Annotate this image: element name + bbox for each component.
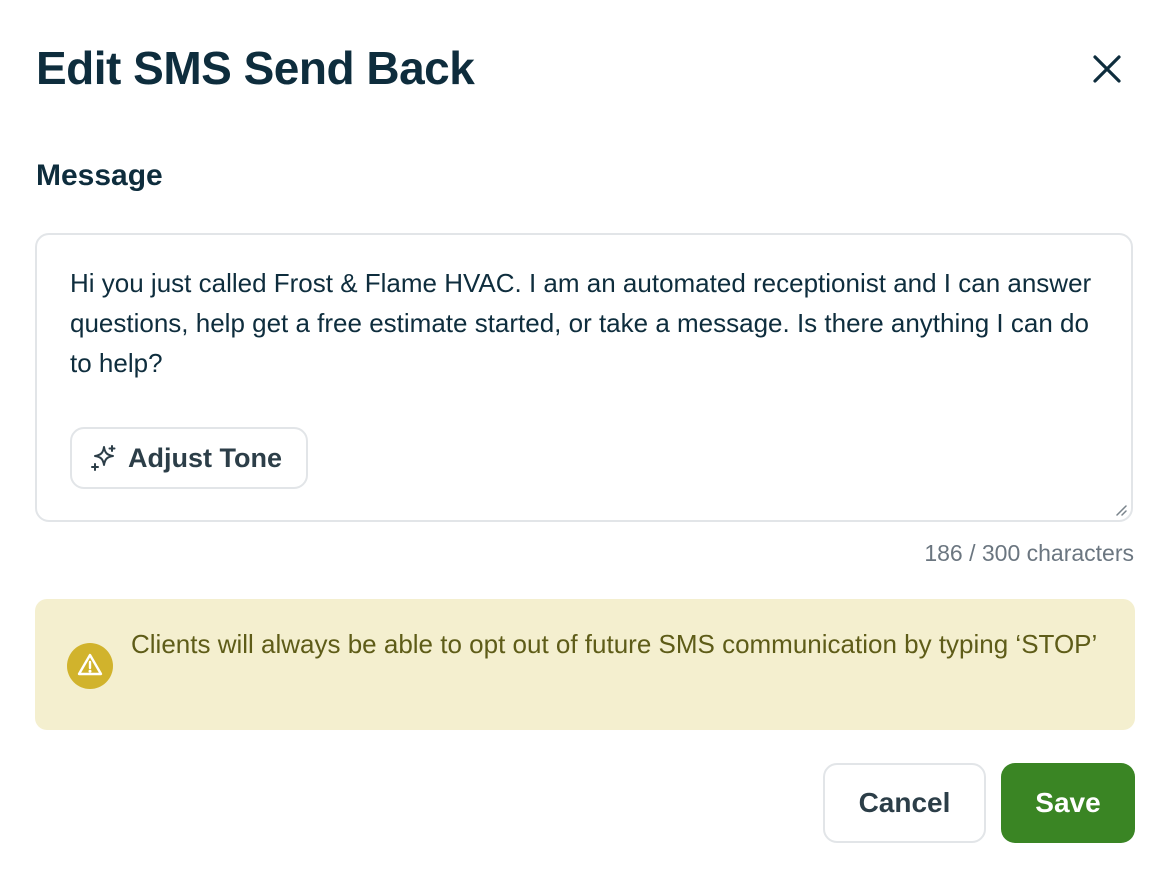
edit-sms-dialog: Edit SMS Send Back Message Hi you just c… (0, 0, 1173, 883)
save-button[interactable]: Save (1001, 763, 1135, 843)
adjust-tone-label: Adjust Tone (128, 442, 282, 473)
adjust-tone-button[interactable]: Adjust Tone (70, 427, 308, 489)
message-text[interactable]: Hi you just called Frost & Flame HVAC. I… (70, 263, 1100, 383)
sparkles-icon (91, 445, 116, 471)
close-icon (1093, 55, 1121, 83)
message-label: Message (36, 159, 163, 192)
cancel-button[interactable]: Cancel (823, 763, 986, 843)
opt-out-notice: Clients will always be able to opt out o… (35, 599, 1135, 730)
dialog-title: Edit SMS Send Back (36, 42, 475, 94)
warning-icon (67, 643, 113, 689)
resize-handle-icon[interactable] (1113, 502, 1127, 516)
close-button[interactable] (1084, 46, 1130, 92)
notice-text: Clients will always be able to opt out o… (131, 629, 1098, 659)
message-textarea[interactable]: Hi you just called Frost & Flame HVAC. I… (35, 233, 1133, 522)
character-count: 186 / 300 characters (924, 540, 1134, 566)
